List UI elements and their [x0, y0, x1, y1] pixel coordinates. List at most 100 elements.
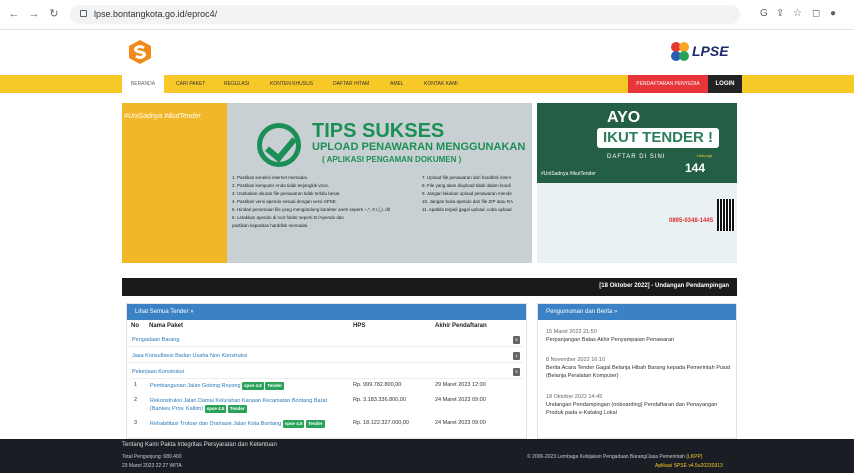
register-button[interactable]: PENDAFTARAN PENYEDIA	[628, 75, 708, 93]
checkmark-icon	[257, 123, 301, 167]
tip-item: 10. Jangan buka apendo dari file ZIP ata…	[422, 199, 513, 204]
row-hps: Rp. 999.782.800,00	[353, 382, 402, 388]
row-akhir: 24 Maret 2023 09:00	[435, 420, 486, 426]
ad-number: 144	[685, 161, 706, 175]
menu-amel[interactable]: AMEL	[390, 75, 404, 93]
footer-links: Tentang Kami Pakta Integritas Persyarata…	[122, 442, 277, 448]
banner-left-panel: #UniSadnya #IkutTender	[122, 103, 227, 263]
banner-subtitle: UPLOAD PENAWARAN MENGGUNAKAN	[312, 141, 526, 153]
category-row[interactable]: Pengadaan Barang 6	[128, 334, 524, 347]
news-title: Undangan Pendampingan (onboarding) Penda…	[546, 402, 718, 416]
category-name: Pekerjaan Konstruksi	[132, 369, 184, 375]
tip-item: 9. Jangan lakukan upload penawaran mende	[422, 191, 512, 196]
footer-copyright: © 2006-2023 Lembaga Kebijakan Pengadaan …	[527, 454, 702, 460]
menu-cari-paket[interactable]: CARI PAKET	[176, 75, 205, 93]
ticker-text: [18 Oktober 2022] - Undangan Pendampinga…	[599, 283, 729, 289]
row-name-text: Pembangunan Jalan Gotong Royong	[150, 383, 241, 389]
ad-hubungi: Hubungi	[697, 153, 712, 158]
share-icon[interactable]: ⇪	[776, 8, 784, 20]
qr-code-icon	[717, 199, 735, 231]
footer-copyright-text: © 2006-2023 Lembaga Kebijakan Pengadaan …	[527, 454, 685, 460]
news-item[interactable]: 15 Maret 2023 21:50 Perpanjangan Batas A…	[546, 328, 736, 344]
row-name[interactable]: Rekonstruksi Jalan Damai Kelurahan Kanaa…	[150, 397, 345, 413]
footer-version: Aplikasi SPSE v4.5u20230313	[655, 463, 723, 469]
login-button[interactable]: LOGIN	[708, 75, 742, 93]
spse-badge: spse 4.5	[242, 382, 264, 390]
spse-badge: spse 4.5	[204, 405, 227, 413]
news-item[interactable]: 8 November 2022 16:10 Berita Acara Tende…	[546, 356, 736, 380]
tip-item: 3. Usahakan ukuran file penawaran tidak …	[232, 191, 341, 196]
ad-daftar: DAFTAR DI SINI	[607, 154, 666, 160]
tab-icon[interactable]: ◻	[812, 8, 820, 20]
star-icon[interactable]: ☆	[793, 8, 802, 20]
row-hps: Rp. 3.183.336.800,00	[353, 397, 406, 403]
spse-logo-icon[interactable]	[127, 39, 153, 65]
profile-icon[interactable]: ●	[830, 8, 836, 20]
tips-list-right: 7. Upload file penawaran dari harddisk i…	[422, 174, 513, 214]
url-text: lpse.bontangkota.go.id/eproc4/	[94, 9, 218, 19]
banner-hashtag: #UniSadnya #IkutTender	[124, 113, 201, 120]
news-date: 15 Maret 2023 21:50	[546, 329, 597, 335]
news-item[interactable]: 18 Oktober 2022 14:45 Undangan Pendampin…	[546, 393, 736, 417]
news-title: Perpanjangan Batas Akhir Penyampaian Pen…	[546, 337, 675, 343]
col-no: No	[131, 323, 139, 329]
promo-ad-bottom: 0895-0348-1445	[537, 183, 737, 263]
ad-ayo: AYO	[607, 109, 641, 126]
promo-ad[interactable]: AYO IKUT TENDER ! DAFTAR DI SINI #UniSad…	[537, 103, 737, 263]
announcement-ticker[interactable]: [18 Oktober 2022] - Undangan Pendampinga…	[122, 278, 737, 296]
category-count: 5	[513, 368, 520, 376]
tender-badge: Tender	[265, 382, 285, 390]
lpse-logo[interactable]: LPSE	[668, 41, 729, 63]
menu-beranda[interactable]: BERANDA	[122, 75, 164, 93]
news-panel: Pengumuman dan Berita » 15 Maret 2023 21…	[537, 303, 737, 439]
footer-link-syarat[interactable]: Persyaratan dan Ketentuan	[204, 442, 277, 448]
tip-item: 6. Letakkan apendo di root folder sepert…	[232, 215, 344, 220]
row-name-text: Rehabilitasi Trotoar dan Drainase Jalan …	[150, 421, 282, 427]
reload-icon[interactable]: ↻	[48, 8, 60, 20]
category-name: Pengadaan Barang	[132, 337, 180, 343]
footer-link-pakta[interactable]: Pakta Integritas	[160, 442, 202, 448]
row-no: 1	[134, 382, 138, 388]
row-akhir: 29 Maret 2023 12:00	[435, 382, 486, 388]
category-count: 1	[513, 352, 520, 360]
site-header: LPSE	[0, 31, 854, 74]
menu-daftar-hitam[interactable]: DAFTAR HITAM	[333, 75, 369, 93]
ad-phone: 0895-0348-1445	[669, 218, 714, 224]
menu-konten-khusus[interactable]: KONTEN KHUSUS	[270, 75, 313, 93]
category-count: 6	[513, 336, 520, 344]
col-akhir: Akhir Pendaftaran	[435, 323, 487, 329]
back-icon[interactable]: ←	[8, 8, 20, 20]
lpse-logo-icon	[671, 42, 689, 61]
row-akhir: 24 Maret 2023 09:00	[435, 397, 486, 403]
tip-item: 5. Hindari penamaan file yang mengandung…	[232, 207, 390, 212]
row-name[interactable]: Pembangunan Jalan Gotong Royong spse 4.5…	[150, 382, 345, 390]
category-row[interactable]: Pekerjaan Konstruksi 5	[128, 366, 524, 379]
promo-ad-top: AYO IKUT TENDER ! DAFTAR DI SINI #UniSad…	[537, 103, 737, 183]
menu-kontak-kami[interactable]: KONTAK KAMI	[424, 75, 458, 93]
site-footer: Tentang Kami Pakta Integritas Persyarata…	[0, 439, 854, 473]
news-panel-header[interactable]: Pengumuman dan Berita »	[538, 304, 736, 320]
tender-panel-header[interactable]: Lihat Semua Tender »	[127, 304, 526, 320]
news-date: 8 November 2022 16:10	[546, 357, 606, 363]
ad-ikut-tender: IKUT TENDER !	[597, 128, 719, 148]
row-no: 2	[134, 397, 138, 403]
footer-link-tentang[interactable]: Tentang Kami	[122, 442, 159, 448]
col-hps: HPS	[353, 323, 366, 329]
menu-regulasi[interactable]: REGULASI	[224, 75, 249, 93]
banner-subtitle-2: ( APLIKASI PENGAMAN DOKUMEN )	[322, 155, 462, 164]
category-name: Jasa Konsultansi Badan Usaha Non Konstru…	[132, 353, 248, 359]
tip-item: 4. Pastikan versi apendo sesuai dengan v…	[232, 199, 338, 204]
row-name[interactable]: Rehabilitasi Trotoar dan Drainase Jalan …	[150, 420, 345, 428]
news-date: 18 Oktober 2022 14:45	[546, 394, 603, 400]
google-icon[interactable]: G	[760, 8, 768, 20]
tip-item: 7. Upload file penawaran dari harddisk i…	[422, 175, 512, 180]
main-menu: BERANDA CARI PAKET REGULASI KONTEN KHUSU…	[0, 75, 854, 93]
lpse-logo-text: LPSE	[692, 43, 729, 59]
footer-lkpp[interactable]: (LKPP)	[686, 454, 702, 460]
tip-item: 8. File yang akan diupload tidak dalam k…	[422, 183, 511, 188]
forward-icon[interactable]: →	[28, 8, 40, 20]
address-bar[interactable]: lpse.bontangkota.go.id/eproc4/	[70, 5, 740, 24]
tender-badge: Tender	[227, 405, 247, 413]
category-row[interactable]: Jasa Konsultansi Badan Usaha Non Konstru…	[128, 350, 524, 363]
banner-slider[interactable]: #UniSadnya #IkutTender TIPS SUKSES UPLOA…	[122, 103, 532, 263]
